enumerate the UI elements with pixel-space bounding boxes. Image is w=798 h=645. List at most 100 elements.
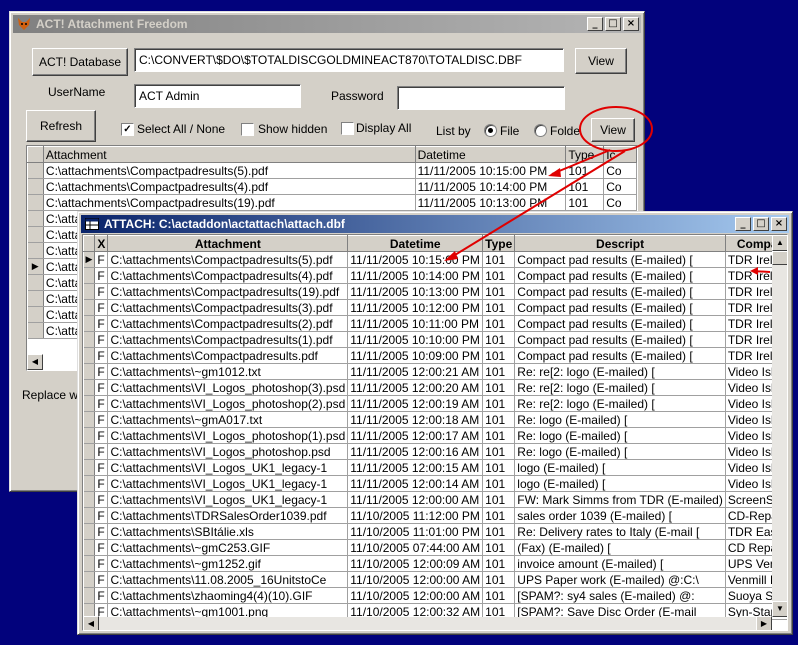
- attach-grid-cell[interactable]: 101: [482, 491, 516, 508]
- attach-table-row[interactable]: F C:\attachments\VI_Logos_photoshop(2).ps…: [83, 395, 787, 412]
- attach-table-row[interactable]: F C:\attachments\VI_Logos_UK1_legacy-1 11/…: [83, 491, 787, 508]
- attach-grid-cell[interactable]: 101: [482, 379, 516, 396]
- attach-table-row[interactable]: F C:\attachments\Compactpadresults(19).pd…: [83, 283, 787, 300]
- attach-grid-cell[interactable]: invoice amount (E-mailed) [: [514, 555, 726, 572]
- row-indicator[interactable]: [27, 290, 44, 307]
- attach-grid-cell[interactable]: Re: logo (E-mailed) [: [514, 427, 726, 444]
- attach-grid-cell[interactable]: 101: [482, 283, 516, 300]
- attach-grid-cell[interactable]: 11/10/2005 12:00:00 AM: [347, 587, 484, 604]
- attach-grid-cell[interactable]: 101: [482, 411, 516, 428]
- attach-grid-cell[interactable]: C:\attachments\VI_Logos_photoshop(3).psd: [107, 379, 349, 396]
- act-database-button[interactable]: ACT! Database: [32, 48, 128, 76]
- main-grid-cell[interactable]: Co: [603, 194, 637, 211]
- attach-row-indicator[interactable]: [83, 299, 96, 316]
- attach-row-indicator[interactable]: [83, 379, 96, 396]
- attach-grid-header-4[interactable]: Descript: [514, 235, 726, 252]
- attach-grid-cell[interactable]: 11/11/2005 12:00:14 AM: [347, 475, 484, 492]
- main-grid-cell[interactable]: C:\attachments\Compactpadresults(19).pdf: [43, 194, 416, 211]
- main-grid-cell[interactable]: C:\attachments\Compactpadresults(4).pdf: [43, 178, 416, 195]
- attach-grid-cell[interactable]: F: [94, 299, 109, 316]
- attach-grid-cell[interactable]: Re: logo (E-mailed) [: [514, 443, 726, 460]
- attach-row-indicator[interactable]: [83, 283, 96, 300]
- attach-table-row[interactable]: F C:\attachments\VI_Logos_photoshop(3).ps…: [83, 379, 787, 396]
- attach-row-indicator[interactable]: [83, 443, 96, 460]
- minimize-button[interactable]: _: [587, 17, 603, 31]
- attach-row-indicator[interactable]: [83, 267, 96, 284]
- attach-table-row[interactable]: F C:\attachments\Compactpadresults(4).pdf…: [83, 267, 787, 284]
- attach-titlebar[interactable]: ATTACH: C:\actaddon\actattach\attach.dbf…: [81, 215, 789, 233]
- file-radio[interactable]: [484, 124, 497, 137]
- attach-grid-cell[interactable]: F: [94, 523, 109, 540]
- attach-grid-cell[interactable]: 101: [482, 523, 516, 540]
- attach-row-indicator[interactable]: [83, 331, 96, 348]
- attach-row-indicator[interactable]: [83, 507, 96, 524]
- attach-grid-cell[interactable]: C:\attachments\TDRSalesOrder1039.pdf: [107, 507, 349, 524]
- attach-grid-cell[interactable]: 101: [482, 587, 516, 604]
- folder-radio[interactable]: [534, 124, 547, 137]
- attach-grid-cell[interactable]: F: [94, 331, 109, 348]
- row-indicator[interactable]: [27, 322, 44, 339]
- main-table-row[interactable]: C:\attachments\Compactpadresults(4).pdf 1…: [27, 178, 637, 195]
- attach-grid-cell[interactable]: C:\attachments\VI_Logos_UK1_legacy-1: [107, 491, 349, 508]
- attach-grid-cell[interactable]: Re: re[2: logo (E-mailed) [: [514, 379, 726, 396]
- row-indicator[interactable]: [27, 306, 44, 323]
- attach-grid-cell[interactable]: F: [94, 475, 109, 492]
- attach-grid-cell[interactable]: 11/11/2005 10:15:00 PM: [347, 251, 484, 268]
- attach-grid-cell[interactable]: C:\attachments\~gmC253.GIF: [107, 539, 349, 556]
- close-button[interactable]: ×: [623, 17, 639, 31]
- main-grid-cell[interactable]: C:\attachments\Compactpadresults(5).pdf: [43, 162, 416, 179]
- attach-grid-cell[interactable]: C:\attachments\zhaoming4(4)(10).GIF: [107, 587, 349, 604]
- attach-grid-cell[interactable]: C:\attachments\~gm1252.gif: [107, 555, 349, 572]
- main-grid-cell[interactable]: 101: [565, 178, 605, 195]
- attach-grid-cell[interactable]: logo (E-mailed) [: [514, 459, 726, 476]
- attach-grid-cell[interactable]: 101: [482, 459, 516, 476]
- attach-grid-header-2[interactable]: Datetime: [347, 235, 484, 252]
- attach-grid-cell[interactable]: F: [94, 283, 109, 300]
- main-grid-cell[interactable]: 11/11/2005 10:15:00 PM: [415, 162, 567, 179]
- attach-row-indicator[interactable]: [83, 539, 96, 556]
- attach-grid-cell[interactable]: F: [94, 411, 109, 428]
- row-indicator[interactable]: [27, 178, 44, 195]
- attach-grid-cell[interactable]: Re: re[2: logo (E-mailed) [: [514, 363, 726, 380]
- attach-table-row[interactable]: F C:\attachments\SBItálie.xls 11/10/2005 1…: [83, 523, 787, 540]
- attach-grid-cell[interactable]: logo (E-mailed) [: [514, 475, 726, 492]
- attach-row-indicator[interactable]: [83, 491, 96, 508]
- attach-grid-cell[interactable]: Compact pad results (E-mailed) [: [514, 251, 726, 268]
- attach-grid-cell[interactable]: Compact pad results (E-mailed) [: [514, 267, 726, 284]
- attach-grid-cell[interactable]: 101: [482, 299, 516, 316]
- attach-table-row[interactable]: F C:\attachments\~gm1012.txt 11/11/2005 12…: [83, 363, 787, 380]
- attach-row-indicator[interactable]: [83, 555, 96, 572]
- attach-grid-cell[interactable]: F: [94, 363, 109, 380]
- attach-row-indicator[interactable]: [83, 475, 96, 492]
- attach-grid-cell[interactable]: 11/11/2005 10:10:00 PM: [347, 331, 484, 348]
- main-grid-header-0[interactable]: Attachment: [42, 146, 416, 163]
- attach-grid-cell[interactable]: C:\attachments\Compactpadresults(4).pdf: [107, 267, 349, 284]
- attach-grid-cell[interactable]: 101: [482, 539, 516, 556]
- main-grid-cell[interactable]: Co: [603, 178, 637, 195]
- attach-grid-cell[interactable]: F: [94, 491, 109, 508]
- attach-grid-cell[interactable]: C:\attachments\~gm1012.txt: [107, 363, 349, 380]
- attach-grid-cell[interactable]: 11/10/2005 11:12:00 PM: [347, 507, 484, 524]
- main-grid-cell[interactable]: 11/11/2005 10:13:00 PM: [415, 194, 567, 211]
- row-indicator[interactable]: [27, 162, 44, 179]
- attach-grid-cell[interactable]: 101: [482, 443, 516, 460]
- attach-row-indicator[interactable]: [83, 363, 96, 380]
- username-field[interactable]: ACT Admin: [134, 84, 301, 108]
- attach-grid-header-0[interactable]: X: [94, 235, 109, 252]
- scroll-up-button[interactable]: ▲: [772, 235, 787, 251]
- attach-grid-cell[interactable]: 11/11/2005 12:00:19 AM: [347, 395, 484, 412]
- view-button[interactable]: View: [591, 118, 635, 142]
- attach-grid-cell[interactable]: C:\attachments\Compactpadresults(2).pdf: [107, 315, 349, 332]
- main-grid-header-3[interactable]: Ic: [603, 146, 637, 163]
- attach-grid-cell[interactable]: F: [94, 587, 109, 604]
- attach-grid-cell[interactable]: Compact pad results (E-mailed) [: [514, 299, 726, 316]
- main-grid-header-2[interactable]: Type: [565, 146, 605, 163]
- attach-grid-cell[interactable]: F: [94, 539, 109, 556]
- attach-grid-cell[interactable]: 11/10/2005 11:01:00 PM: [347, 523, 484, 540]
- attach-grid-cell[interactable]: 11/11/2005 10:12:00 PM: [347, 299, 484, 316]
- attach-grid-cell[interactable]: 11/10/2005 12:00:00 AM: [347, 571, 484, 588]
- attach-table-row[interactable]: F C:\attachments\Compactpadresults(2).pdf…: [83, 315, 787, 332]
- attach-grid-cell[interactable]: 101: [482, 555, 516, 572]
- attach-grid-cell[interactable]: Re: Delivery rates to Italy (E-mail [: [514, 523, 726, 540]
- attach-table-row[interactable]: F C:\attachments\VI_Logos_UK1_legacy-1 11/…: [83, 475, 787, 492]
